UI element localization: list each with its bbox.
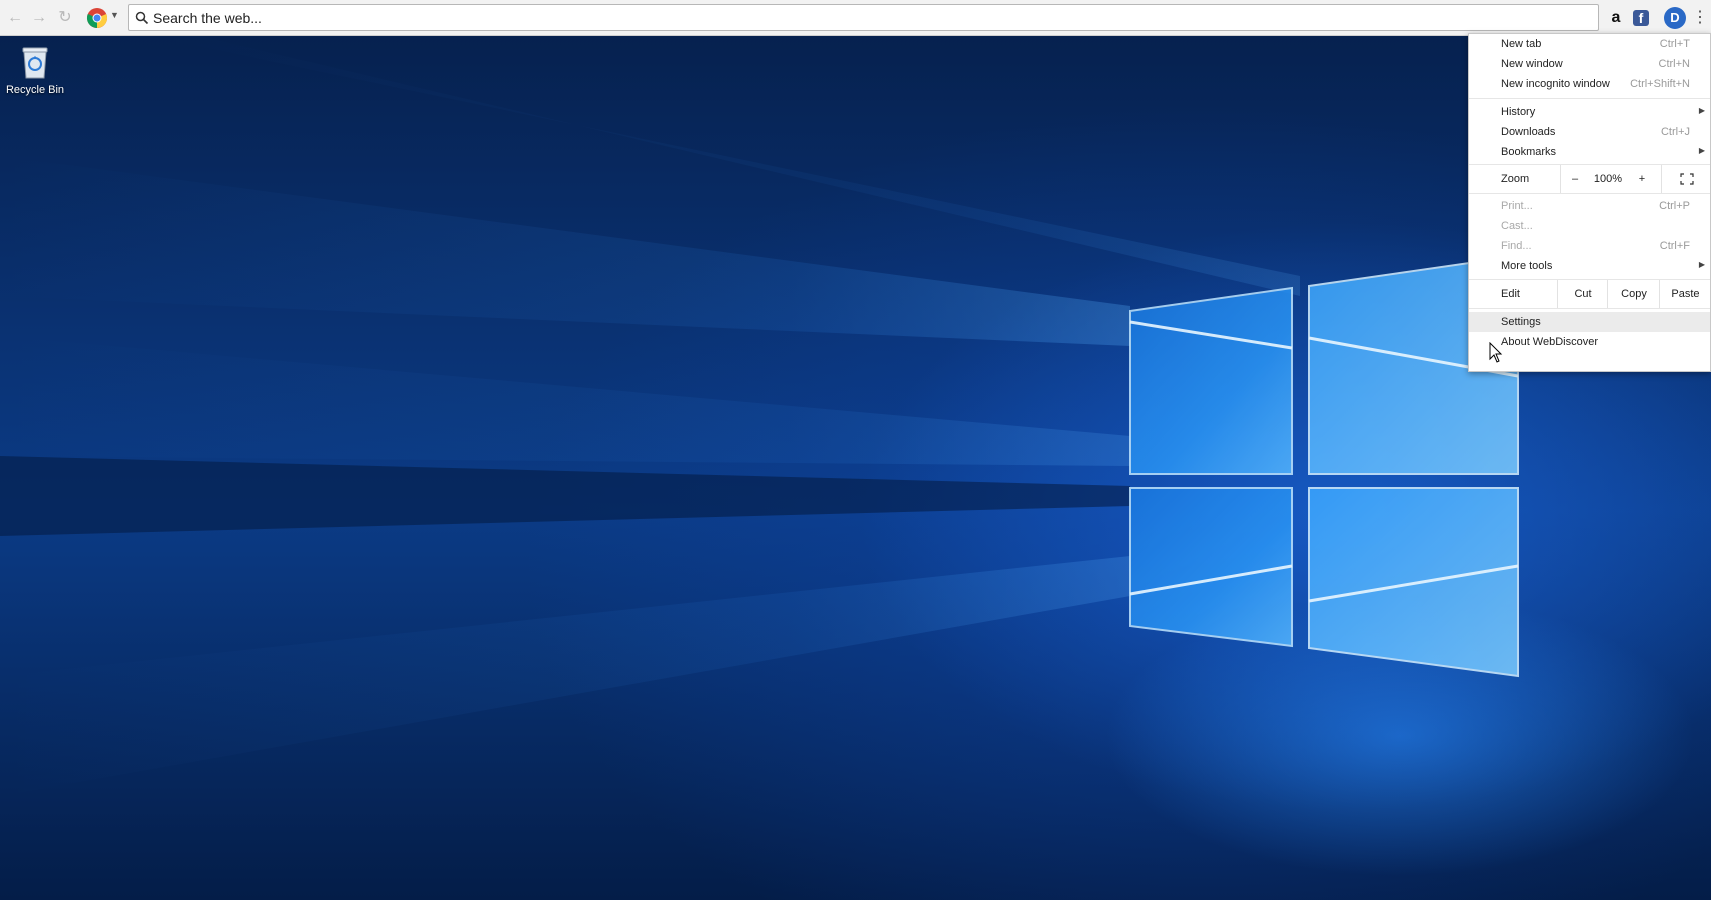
copy-label: Copy [1621, 288, 1647, 300]
menu-item-find[interactable]: Find... Ctrl+F [1469, 236, 1710, 256]
menu-item-label: Find... [1501, 240, 1532, 252]
search-omnibox[interactable]: Search the web... [128, 4, 1599, 31]
back-arrow-icon: ← [7, 9, 23, 26]
menu-item-cast[interactable]: Cast... [1469, 216, 1710, 236]
menu-separator [1469, 98, 1710, 99]
menu-separator [1469, 193, 1710, 194]
facebook-extension-icon[interactable]: f [1633, 10, 1649, 26]
menu-item-label: More tools [1501, 260, 1553, 272]
menu-item-more-tools[interactable]: More tools ▶ [1469, 256, 1710, 276]
fullscreen-icon [1679, 173, 1694, 185]
menu-item-downloads[interactable]: Downloads Ctrl+J [1469, 122, 1710, 142]
forward-button[interactable]: → [29, 8, 49, 28]
forward-arrow-icon: → [31, 9, 47, 26]
menu-item-new-window[interactable]: New window Ctrl+N [1469, 54, 1710, 74]
submenu-arrow-icon: ▶ [1698, 146, 1705, 155]
zoom-label: Zoom [1501, 173, 1530, 185]
amazon-extension-icon[interactable]: a [1606, 8, 1626, 28]
menu-item-label: Cast... [1501, 220, 1533, 232]
fullscreen-button[interactable] [1661, 165, 1711, 193]
menu-item-label: New incognito window [1501, 78, 1610, 90]
mouse-cursor-icon [1489, 342, 1503, 363]
browser-toolbar: ← → ↻ ▼ Search the web... a f D ⋮ [0, 0, 1711, 36]
desktop-icon-recycle-bin[interactable]: Recycle Bin [4, 44, 66, 96]
menu-item-label: New window [1501, 58, 1563, 70]
menu-item-about-webdiscover[interactable]: About WebDiscover [1469, 332, 1710, 352]
plus-icon: + [1638, 173, 1646, 185]
menu-item-shortcut: Ctrl+P [1659, 200, 1690, 212]
reload-button[interactable]: ↻ [55, 8, 75, 28]
menu-row-zoom: Zoom – 100% + [1469, 165, 1710, 193]
menu-item-label: History [1501, 106, 1536, 118]
edit-label: Edit [1501, 288, 1520, 300]
cut-button[interactable]: Cut [1557, 280, 1608, 308]
windows-logo-light-beams [0, 36, 1519, 796]
search-icon [135, 11, 149, 25]
back-button[interactable]: ← [5, 8, 25, 28]
menu-item-label: New tab [1501, 38, 1542, 50]
paste-label: Paste [1671, 288, 1700, 300]
webdiscover-extension-icon[interactable]: D [1664, 7, 1686, 29]
menu-item-new-incognito-window[interactable]: New incognito window Ctrl+Shift+N [1469, 74, 1710, 94]
menu-item-label: Print... [1501, 200, 1533, 212]
zoom-out-button[interactable]: – [1560, 165, 1589, 193]
paste-button[interactable]: Paste [1659, 280, 1711, 308]
menu-item-bookmarks[interactable]: Bookmarks ▶ [1469, 142, 1710, 162]
cut-label: Cut [1574, 288, 1592, 300]
menu-item-shortcut: Ctrl+N [1658, 58, 1690, 70]
zoom-value: 100% [1593, 173, 1623, 185]
zoom-level-value: 100% [1588, 165, 1628, 193]
menu-item-shortcut: Ctrl+F [1659, 240, 1690, 252]
zoom-in-button[interactable]: + [1628, 165, 1656, 193]
kebab-menu-icon: ⋮ [1692, 9, 1708, 26]
omnibox-text: Search the web... [153, 10, 262, 26]
menu-item-shortcut: Ctrl+J [1660, 126, 1690, 138]
menu-item-label: Downloads [1501, 126, 1556, 138]
desktop-wallpaper: Recycle Bin [0, 36, 1711, 900]
menu-item-print[interactable]: Print... Ctrl+P [1469, 196, 1710, 216]
menu-row-edit: Edit Cut Copy Paste [1469, 280, 1710, 308]
submenu-arrow-icon: ▶ [1698, 260, 1705, 269]
submenu-arrow-icon: ▶ [1698, 106, 1705, 115]
menu-item-label: Settings [1501, 316, 1541, 328]
menu-item-label: Bookmarks [1501, 146, 1557, 158]
browser-logo-button[interactable] [86, 7, 108, 29]
menu-item-new-tab[interactable]: New tab Ctrl+T [1469, 34, 1710, 54]
desktop-icon-label: Recycle Bin [5, 84, 65, 96]
menu-item-shortcut: Ctrl+Shift+N [1630, 78, 1690, 90]
menu-item-shortcut: Ctrl+T [1659, 38, 1690, 50]
browser-main-menu: New tab Ctrl+T New window Ctrl+N New inc… [1468, 33, 1711, 372]
chrome-logo-icon [86, 8, 108, 29]
caret-down-icon[interactable]: ▼ [110, 10, 119, 20]
menu-item-history[interactable]: History ▶ [1469, 102, 1710, 122]
reload-icon: ↻ [58, 9, 72, 26]
minus-icon: – [1571, 173, 1579, 185]
copy-button[interactable]: Copy [1607, 280, 1660, 308]
menu-item-settings[interactable]: Settings [1469, 312, 1710, 332]
recycle-bin-icon [19, 44, 51, 80]
menu-separator [1469, 308, 1710, 309]
browser-menu-button[interactable]: ⋮ [1692, 9, 1708, 27]
menu-item-label: About WebDiscover [1501, 336, 1599, 348]
